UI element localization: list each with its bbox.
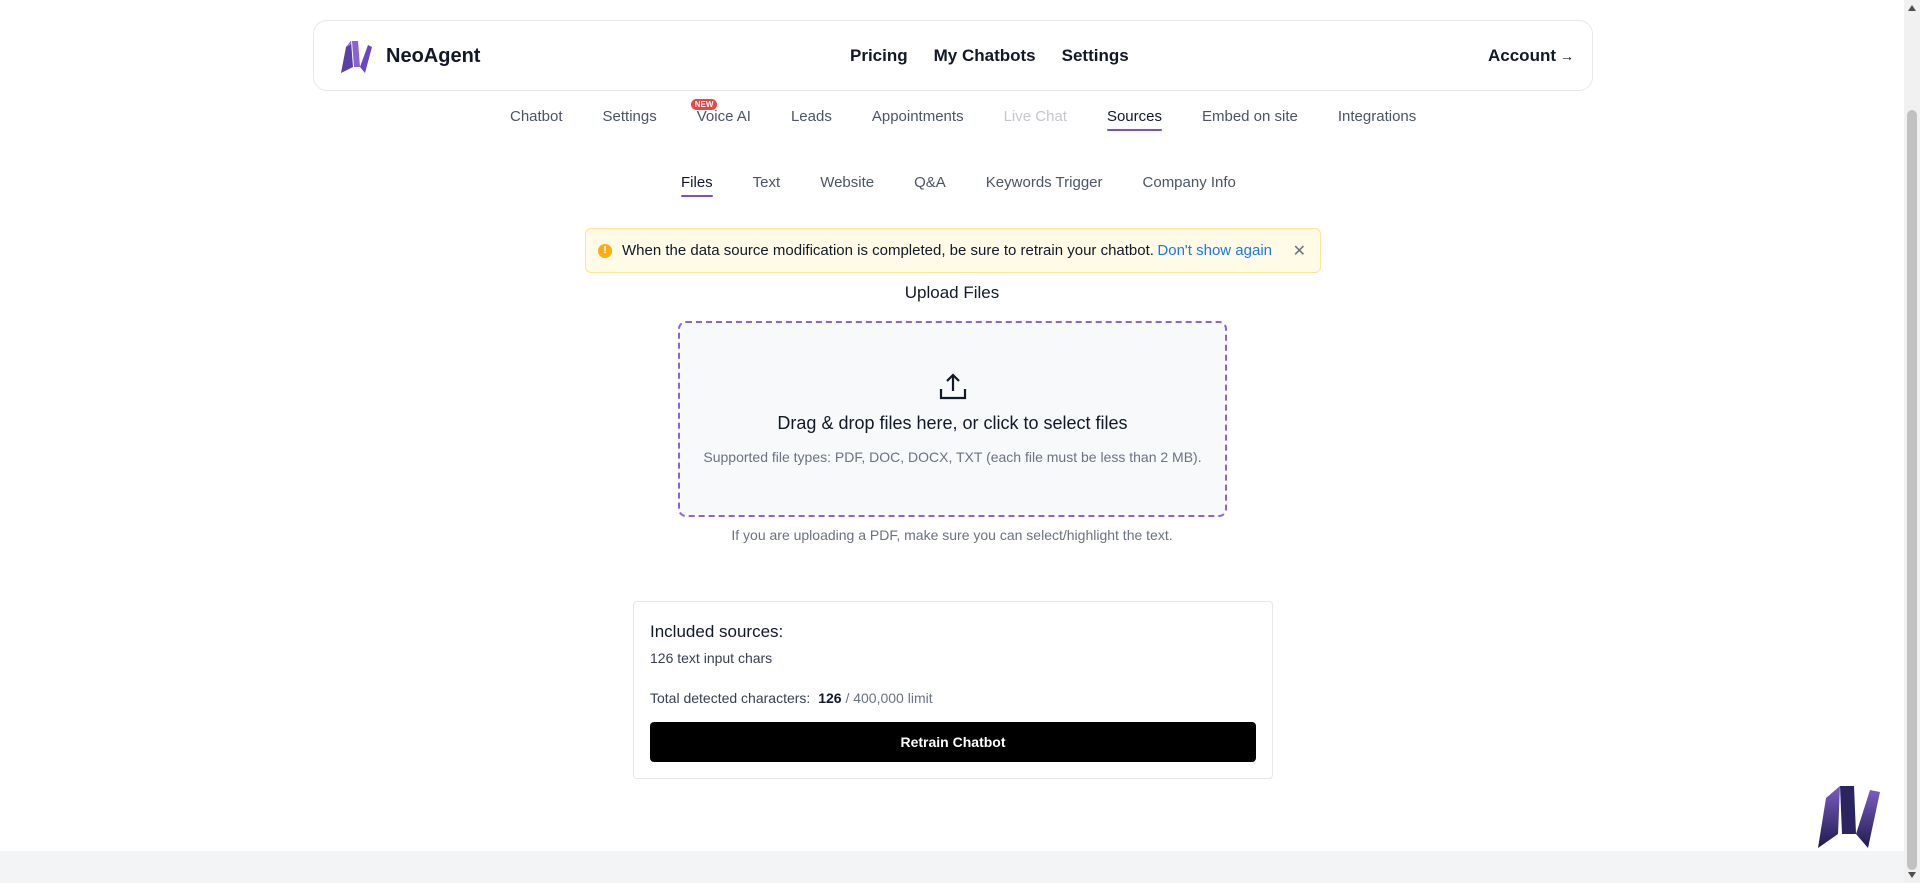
- alert-message: When the data source modification is com…: [622, 242, 1154, 259]
- upload-icon: [939, 373, 967, 400]
- tab-voice-ai-label: Voice AI: [696, 108, 751, 125]
- tab-embed-on-site[interactable]: Embed on site: [1202, 108, 1298, 129]
- text-input-chars: 126 text input chars: [650, 650, 773, 666]
- total-count: 126: [818, 690, 842, 706]
- total-label: Total detected characters:: [650, 690, 811, 706]
- scroll-up-icon[interactable]: [1908, 5, 1916, 11]
- sources-summary-card: Included sources: 126 text input chars T…: [633, 601, 1273, 779]
- nav-my-chatbots[interactable]: My Chatbots: [934, 46, 1036, 66]
- dont-show-again-link[interactable]: Don't show again: [1157, 242, 1272, 259]
- scrollbar-thumb[interactable]: [1907, 110, 1917, 870]
- total-characters: Total detected characters: 126 / 400,000…: [650, 690, 933, 706]
- tab-live-chat: Live Chat: [1003, 108, 1067, 125]
- tab-settings[interactable]: Settings: [603, 108, 657, 129]
- nav-settings[interactable]: Settings: [1062, 46, 1129, 66]
- top-header: NeoAgent Pricing My Chatbots Settings Ac…: [313, 20, 1593, 91]
- tab-voice-ai[interactable]: NEW Voice AI: [690, 99, 751, 129]
- tab-appointments[interactable]: Appointments: [872, 108, 964, 129]
- supported-types-text: Supported file types: PDF, DOC, DOCX, TX…: [703, 449, 1202, 465]
- retrain-alert: ! When the data source modification is c…: [585, 228, 1321, 273]
- dropzone-text: Drag & drop files here, or click to sele…: [777, 413, 1128, 433]
- top-nav: Pricing My Chatbots Settings: [850, 46, 1129, 66]
- brand-name[interactable]: NeoAgent: [386, 45, 480, 68]
- scroll-down-icon[interactable]: [1908, 872, 1916, 878]
- nav-pricing[interactable]: Pricing: [850, 46, 908, 66]
- footer-band: [0, 851, 1904, 883]
- subtab-files[interactable]: Files: [681, 174, 713, 197]
- neoagent-logo-icon[interactable]: [338, 37, 374, 75]
- subtab-website[interactable]: Website: [820, 174, 874, 195]
- limit-text: / 400,000 limit: [845, 690, 933, 706]
- tab-integrations[interactable]: Integrations: [1338, 108, 1416, 129]
- main-tabs: Chatbot Settings NEW Voice AI Leads Appo…: [510, 99, 1456, 131]
- warning-icon: !: [598, 243, 612, 258]
- account-link[interactable]: Account →: [1488, 46, 1574, 66]
- account-label: Account: [1488, 46, 1556, 65]
- retrain-chatbot-button[interactable]: Retrain Chatbot: [650, 722, 1256, 762]
- file-dropzone[interactable]: Drag & drop files here, or click to sele…: [678, 321, 1227, 517]
- subtab-text[interactable]: Text: [753, 174, 781, 195]
- vertical-scrollbar[interactable]: [1904, 0, 1920, 883]
- tab-chatbot[interactable]: Chatbot: [510, 108, 563, 129]
- subtab-keywords-trigger[interactable]: Keywords Trigger: [986, 174, 1103, 195]
- tab-leads[interactable]: Leads: [791, 108, 832, 129]
- close-icon[interactable]: ✕: [1293, 241, 1306, 261]
- pdf-note: If you are uploading a PDF, make sure yo…: [731, 527, 1173, 543]
- tab-sources[interactable]: Sources: [1106, 108, 1163, 131]
- sub-tabs: Files Text Website Q&A Keywords Trigger …: [681, 174, 1276, 197]
- arrow-right-icon: →: [1560, 48, 1574, 64]
- chat-widget-logo-icon[interactable]: [1816, 784, 1882, 850]
- page: NeoAgent Pricing My Chatbots Settings Ac…: [0, 0, 1904, 883]
- subtab-company-info[interactable]: Company Info: [1143, 174, 1236, 195]
- included-sources-heading: Included sources:: [650, 622, 784, 641]
- subtab-qa[interactable]: Q&A: [914, 174, 946, 195]
- upload-title: Upload Files: [904, 283, 1000, 302]
- new-badge: NEW: [690, 99, 718, 110]
